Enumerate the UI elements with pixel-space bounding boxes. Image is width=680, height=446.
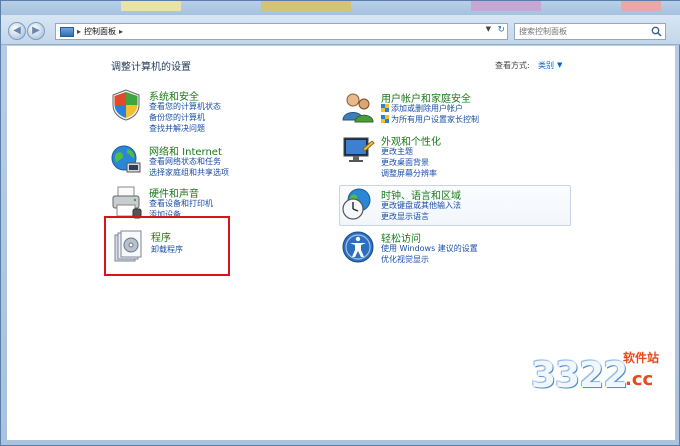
page-title: 调整计算机的设置 [111, 62, 191, 73]
uac-shield-icon [381, 104, 389, 112]
breadcrumb-separator-icon[interactable]: ▸ [119, 27, 123, 36]
accessibility-icon[interactable] [341, 230, 375, 264]
search-icon[interactable] [651, 26, 662, 37]
network-globe-icon[interactable] [109, 143, 143, 177]
category-link[interactable]: 选择家庭组和共享选项 [149, 167, 229, 178]
printer-icon[interactable] [109, 185, 143, 219]
shield-icon[interactable] [109, 88, 143, 122]
category-link[interactable]: 更改主题 [381, 146, 413, 157]
category-link[interactable]: 优化视觉显示 [381, 254, 429, 265]
category-link[interactable]: 查看您的计算机状态 [149, 101, 221, 112]
category-link[interactable]: 为所有用户设置家长控制 [381, 114, 479, 125]
category-link[interactable]: 调整屏幕分辨率 [381, 168, 437, 179]
refresh-icon[interactable]: ↻ [497, 25, 505, 35]
chevron-down-icon[interactable]: ▼ [557, 61, 562, 69]
breadcrumb-separator-icon: ▸ [77, 27, 82, 36]
control-panel-icon [60, 26, 74, 37]
control-panel-window: ◀ ▶ ▸ 控制面板 ▸ ▼ ↻ 调整计算机的设置 查看方式: 类别 ▼ [0, 0, 680, 446]
display-icon[interactable] [341, 133, 375, 167]
category-link[interactable]: 备份您的计算机 [149, 112, 205, 123]
background-strip [621, 1, 661, 11]
category-link[interactable]: 更改桌面背景 [381, 157, 429, 168]
forward-button[interactable]: ▶ [27, 22, 45, 40]
category-link[interactable]: 查看网络状态和任务 [149, 156, 221, 167]
watermark-site: 软件站 [623, 351, 660, 365]
category-link[interactable]: 更改键盘或其他输入法 [381, 200, 461, 211]
search-input[interactable] [515, 27, 645, 36]
category-link[interactable]: 使用 Windows 建议的设置 [381, 243, 478, 254]
link-label: 添加或删除用户帐户 [391, 104, 463, 113]
title-bar [1, 1, 680, 15]
site-watermark: 3322 软件站 .cc [531, 349, 680, 399]
category-system-security: 系统和安全 查看您的计算机状态 备份您的计算机 查找并解决问题 [109, 88, 309, 134]
category-link[interactable]: 查看设备和打印机 [149, 198, 213, 209]
back-button[interactable]: ◀ [8, 22, 26, 40]
category-link[interactable]: 更改显示语言 [381, 211, 429, 222]
arrow-right-icon: ▶ [32, 25, 40, 36]
users-icon[interactable] [341, 90, 375, 124]
category-link[interactable]: 添加或删除用户帐户 [381, 103, 463, 114]
address-dropdown-icon[interactable]: ▼ [486, 25, 491, 33]
link-label: 为所有用户设置家长控制 [391, 115, 479, 124]
background-strip [121, 1, 181, 11]
clock-globe-icon[interactable] [341, 187, 375, 221]
category-link[interactable]: 查找并解决问题 [149, 123, 205, 134]
category-ease-of-access: 轻松访问 使用 Windows 建议的设置 优化视觉显示 [341, 230, 571, 266]
navigation-bar: ◀ ▶ ▸ 控制面板 ▸ ▼ ↻ [1, 15, 680, 45]
category-network-internet: 网络和 Internet 查看网络状态和任务 选择家庭组和共享选项 [109, 143, 309, 179]
background-strip [471, 1, 541, 11]
address-bar[interactable]: ▸ 控制面板 ▸ ▼ ↻ [55, 23, 508, 40]
breadcrumb-control-panel[interactable]: 控制面板 [84, 26, 116, 37]
view-by-label: 查看方式: [495, 61, 530, 70]
category-appearance: 外观和个性化 更改主题 更改桌面背景 调整屏幕分辨率 [341, 133, 571, 179]
category-clock-language-region: 时钟、语言和区域 更改键盘或其他输入法 更改显示语言 [341, 187, 571, 223]
highlight-annotation [104, 216, 230, 276]
watermark-tld: .cc [625, 369, 654, 390]
background-strip [261, 1, 351, 11]
arrow-left-icon: ◀ [13, 25, 21, 36]
category-user-accounts: 用户帐户和家庭安全 添加或删除用户帐户 为所有用户设置家长控制 [341, 90, 571, 126]
view-by-dropdown[interactable]: 类别 [538, 60, 554, 71]
watermark-number: 3322 [531, 355, 628, 396]
search-box [514, 23, 666, 40]
uac-shield-icon [381, 115, 389, 123]
